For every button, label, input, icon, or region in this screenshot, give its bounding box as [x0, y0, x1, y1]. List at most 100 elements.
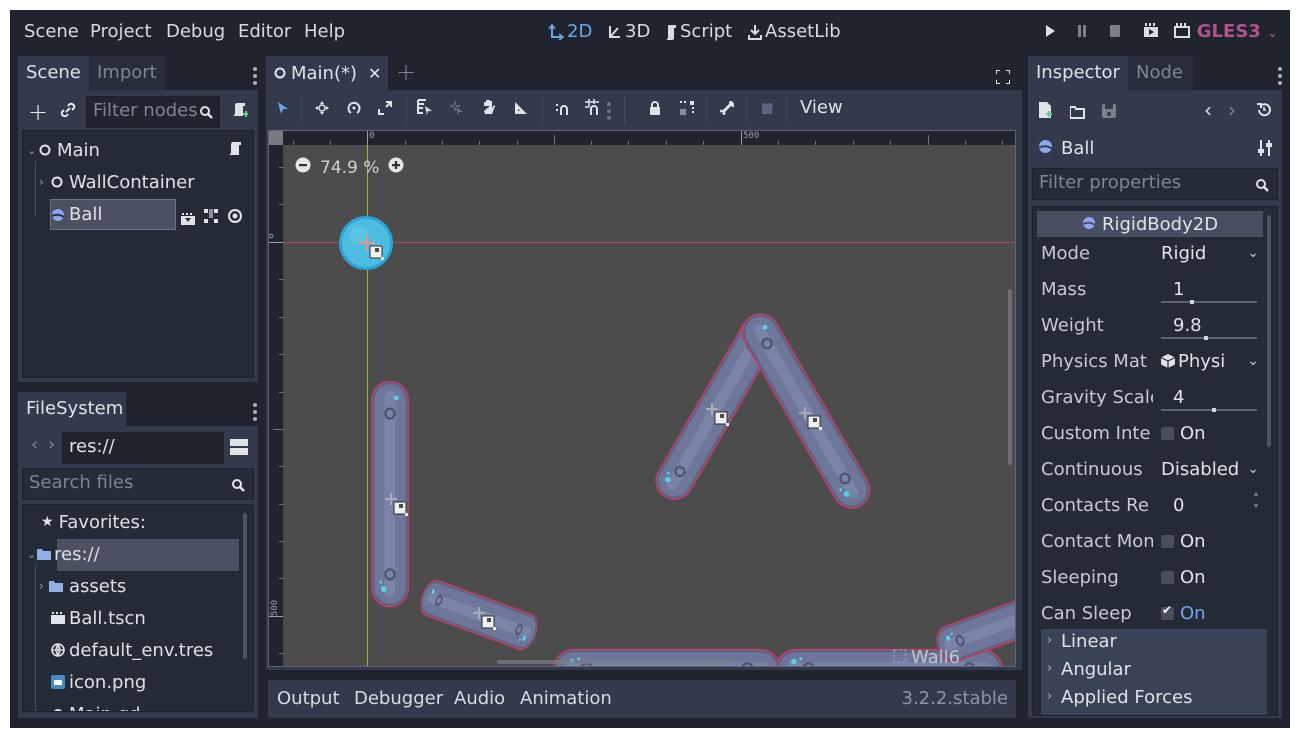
zoom-out-icon[interactable]	[295, 157, 311, 178]
inspector-menu-icon[interactable]	[1278, 67, 1282, 85]
fullscreen-icon[interactable]	[995, 68, 1011, 89]
canvas-viewport[interactable]: 0 500 0 500	[268, 130, 1016, 667]
checkbox-checked-icon[interactable]	[1161, 603, 1174, 620]
add-tab-icon[interactable]: +	[396, 58, 416, 86]
open-folder-icon[interactable]	[1069, 103, 1086, 124]
file-item-default-env[interactable]: default_env.tres	[51, 635, 213, 665]
checkbox-unchecked-icon[interactable]	[1161, 535, 1174, 548]
chevron-right-icon[interactable]: ›	[39, 175, 49, 189]
filesystem-dock-menu-icon[interactable]	[253, 403, 257, 421]
file-item-res[interactable]: ⌄ res://	[27, 539, 100, 569]
favorites-item[interactable]: ★ Favorites:	[41, 507, 146, 537]
spinner-arrows-icon[interactable]: ˄ ˅	[1253, 493, 1259, 516]
stop-button[interactable]	[1105, 22, 1125, 42]
add-node-icon[interactable]: +	[28, 98, 48, 126]
pause-button[interactable]	[1072, 22, 1092, 42]
tab-animation[interactable]: Animation	[520, 688, 612, 709]
forward-arrow-icon[interactable]: ›	[48, 434, 55, 455]
camera-override-button[interactable]	[756, 98, 778, 120]
list-select-button[interactable]	[414, 98, 436, 120]
instance-scene-icon[interactable]	[181, 209, 195, 230]
slider-grabber[interactable]	[1189, 300, 1194, 304]
group-icon[interactable]	[204, 207, 218, 228]
property-value-sleeping[interactable]: On	[1155, 563, 1267, 595]
checkbox-unchecked-icon[interactable]	[1161, 427, 1174, 440]
play-custom-scene-button[interactable]	[1172, 22, 1192, 42]
file-item-assets[interactable]: › assets	[39, 571, 126, 601]
visibility-eye-icon[interactable]	[228, 207, 242, 228]
path-input[interactable]: res://	[62, 432, 224, 464]
property-value-contact-mon[interactable]: On	[1155, 527, 1267, 559]
move-mode-button[interactable]	[311, 98, 333, 120]
slider-track[interactable]	[1161, 301, 1257, 303]
file-item-icon-png[interactable]: icon.png	[51, 667, 146, 697]
view-menu[interactable]: View	[800, 97, 843, 118]
property-value-physics-mat[interactable]: Physi ⌄	[1155, 347, 1267, 379]
pan-mode-button[interactable]	[478, 98, 500, 120]
menu-help[interactable]: Help	[304, 21, 345, 42]
section-applied-forces[interactable]: › Applied Forces	[1041, 685, 1267, 715]
renderer-selector[interactable]: GLES3 ⌄	[1197, 21, 1278, 42]
menu-project[interactable]: Project	[90, 21, 152, 42]
property-value-continuous[interactable]: Disabled ⌄	[1155, 455, 1267, 487]
tab-scene[interactable]: Scene	[18, 56, 89, 90]
chevron-right-icon[interactable]: ›	[39, 579, 49, 593]
history-forward-icon[interactable]: ›	[1228, 98, 1236, 122]
property-value-weight[interactable]: 9.8	[1155, 311, 1267, 343]
play-scene-button[interactable]	[1141, 22, 1161, 42]
rotate-mode-button[interactable]	[343, 98, 365, 120]
slider-track[interactable]	[1161, 337, 1257, 339]
scene-dock-menu-icon[interactable]	[253, 67, 257, 85]
property-value-gravity-scale[interactable]: 4	[1155, 383, 1267, 415]
property-value-custom-inte[interactable]: On	[1155, 419, 1267, 451]
tab-node[interactable]: Node	[1128, 56, 1193, 90]
tree-node-main[interactable]: ⌄ Main	[27, 135, 100, 165]
workspace-3d-button[interactable]: 3D	[606, 21, 650, 42]
select-mode-button[interactable]	[272, 98, 294, 120]
object-settings-icon[interactable]	[1258, 140, 1272, 161]
slider-grabber[interactable]	[1204, 336, 1209, 340]
chevron-down-icon[interactable]: ⌄	[27, 548, 37, 561]
split-view-icon[interactable]	[230, 438, 248, 461]
section-linear[interactable]: › Linear	[1041, 629, 1267, 657]
lock-button[interactable]	[644, 98, 666, 120]
workspace-script-button[interactable]: Script	[665, 21, 732, 42]
property-value-mode[interactable]: Rigid ⌄	[1155, 239, 1267, 271]
file-item-main-gd[interactable]: Main.gd	[51, 699, 141, 711]
checkbox-unchecked-icon[interactable]	[1161, 571, 1174, 584]
workspace-2d-button[interactable]: 2D	[548, 21, 592, 42]
grid-snap-button[interactable]	[582, 98, 604, 120]
attach-script-icon[interactable]	[232, 102, 249, 125]
script-icon[interactable]	[228, 141, 242, 162]
zoom-level[interactable]: 74.9 %	[320, 158, 379, 178]
skeleton-button[interactable]	[716, 98, 738, 120]
tab-main-scene[interactable]: Main(*) ✕	[266, 56, 388, 90]
back-arrow-icon[interactable]: ‹	[31, 434, 38, 455]
section-angular[interactable]: › Angular	[1041, 657, 1267, 685]
tab-output[interactable]: Output	[277, 688, 340, 709]
search-files-input[interactable]: Search files	[22, 468, 254, 500]
tab-import[interactable]: Import	[89, 56, 165, 90]
snap-options-icon[interactable]	[607, 102, 611, 120]
tab-audio[interactable]: Audio	[454, 688, 505, 709]
tab-debugger[interactable]: Debugger	[354, 688, 443, 709]
file-tree-scrollbar[interactable]	[243, 513, 247, 659]
history-icon[interactable]	[1256, 102, 1272, 123]
class-header[interactable]: RigidBody2D	[1037, 211, 1263, 237]
property-value-can-sleep[interactable]: On	[1155, 599, 1267, 631]
new-resource-icon[interactable]	[1038, 102, 1052, 123]
slider-track[interactable]	[1161, 409, 1257, 411]
property-value-contacts-re[interactable]: 0 ˄ ˅	[1155, 491, 1267, 523]
property-value-mass[interactable]: 1	[1155, 275, 1267, 307]
menu-editor[interactable]: Editor	[238, 21, 291, 42]
group-button[interactable]	[676, 98, 698, 120]
slider-grabber[interactable]	[1211, 408, 1216, 412]
smart-snap-button[interactable]	[551, 98, 573, 120]
save-icon[interactable]	[1102, 102, 1116, 123]
link-icon[interactable]	[60, 102, 76, 118]
tab-filesystem[interactable]: FileSystem	[18, 392, 126, 426]
menu-scene[interactable]: Scene	[24, 21, 79, 42]
tree-node-wallcontainer[interactable]: › WallContainer	[39, 167, 195, 197]
play-button[interactable]	[1040, 22, 1060, 42]
tab-inspector[interactable]: Inspector	[1028, 56, 1128, 90]
